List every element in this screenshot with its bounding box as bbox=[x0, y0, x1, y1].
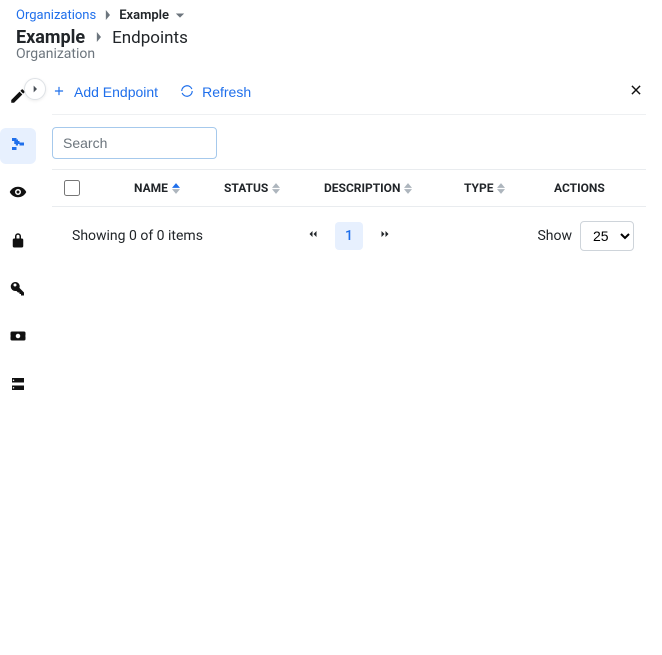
page-title: Example bbox=[16, 27, 85, 48]
main-content: Add Endpoint Refresh bbox=[36, 74, 662, 655]
lock-icon bbox=[9, 231, 27, 253]
ticket-icon bbox=[9, 327, 27, 349]
chevron-double-left-icon bbox=[307, 228, 319, 244]
plus-icon bbox=[52, 84, 66, 101]
refresh-button[interactable]: Refresh bbox=[180, 84, 251, 101]
chevron-right-icon bbox=[95, 31, 102, 45]
sort-icon bbox=[497, 183, 505, 194]
sort-icon bbox=[172, 183, 180, 194]
page-size-label: Show bbox=[537, 228, 572, 244]
column-status-label: STATUS bbox=[224, 181, 268, 195]
pager-current-page[interactable]: 1 bbox=[335, 222, 363, 250]
sidebar-item-ticket[interactable] bbox=[0, 320, 36, 356]
close-button[interactable] bbox=[626, 82, 646, 102]
breadcrumb-root-link[interactable]: Organizations bbox=[16, 8, 96, 23]
column-status[interactable]: STATUS bbox=[224, 181, 324, 195]
add-endpoint-button[interactable]: Add Endpoint bbox=[52, 84, 158, 101]
column-description-label: DESCRIPTION bbox=[324, 181, 400, 195]
table-header: NAME STATUS DESCRIPTION bbox=[52, 170, 646, 206]
column-name-label: NAME bbox=[134, 181, 168, 195]
refresh-label: Refresh bbox=[202, 84, 251, 100]
page-size-select[interactable]: 25 bbox=[580, 221, 634, 251]
refresh-icon bbox=[180, 84, 194, 101]
sort-icon bbox=[272, 183, 280, 194]
column-actions: ACTIONS bbox=[554, 181, 634, 195]
sidebar bbox=[0, 74, 36, 655]
page-header: Example Endpoints Organization bbox=[0, 27, 662, 74]
pager-last[interactable] bbox=[371, 222, 399, 250]
sidebar-item-visibility[interactable] bbox=[0, 176, 36, 212]
sidebar-item-lock[interactable] bbox=[0, 224, 36, 260]
sidebar-expand-button[interactable] bbox=[24, 78, 46, 100]
breadcrumb-current-label: Example bbox=[119, 8, 169, 23]
column-type[interactable]: TYPE bbox=[464, 181, 554, 195]
toolbar: Add Endpoint Refresh bbox=[52, 82, 646, 115]
sidebar-item-key[interactable] bbox=[0, 272, 36, 308]
chevron-right-icon bbox=[104, 9, 111, 23]
search-input[interactable] bbox=[52, 127, 217, 159]
search-row bbox=[52, 115, 646, 169]
column-actions-label: ACTIONS bbox=[554, 181, 605, 195]
sidebar-item-server[interactable] bbox=[0, 368, 36, 404]
page-subtitle: Organization bbox=[16, 46, 188, 62]
page-size-group: Show 25 bbox=[537, 221, 634, 251]
select-all-checkbox[interactable] bbox=[64, 180, 80, 196]
column-type-label: TYPE bbox=[464, 181, 493, 195]
pager-first[interactable] bbox=[299, 222, 327, 250]
breadcrumb-current[interactable]: Example bbox=[119, 8, 185, 23]
breadcrumb: Organizations Example bbox=[0, 0, 662, 27]
eye-icon bbox=[9, 183, 27, 205]
pagination: Showing 0 of 0 items 1 Show 25 bbox=[52, 207, 646, 265]
sidebar-item-hierarchy[interactable] bbox=[0, 128, 36, 164]
table: NAME STATUS DESCRIPTION bbox=[52, 169, 646, 207]
close-icon bbox=[629, 83, 643, 101]
page-section: Endpoints bbox=[112, 28, 188, 48]
key-icon bbox=[9, 279, 27, 301]
hierarchy-icon bbox=[9, 135, 27, 157]
pager: 1 bbox=[299, 222, 399, 250]
column-name[interactable]: NAME bbox=[94, 181, 224, 195]
sort-icon bbox=[404, 183, 412, 194]
pagination-showing: Showing 0 of 0 items bbox=[64, 228, 203, 244]
chevron-double-right-icon bbox=[379, 228, 391, 244]
chevron-down-icon bbox=[175, 11, 185, 21]
column-description[interactable]: DESCRIPTION bbox=[324, 181, 464, 195]
server-icon bbox=[9, 375, 27, 397]
add-endpoint-label: Add Endpoint bbox=[74, 84, 158, 100]
select-all-column bbox=[64, 180, 94, 196]
